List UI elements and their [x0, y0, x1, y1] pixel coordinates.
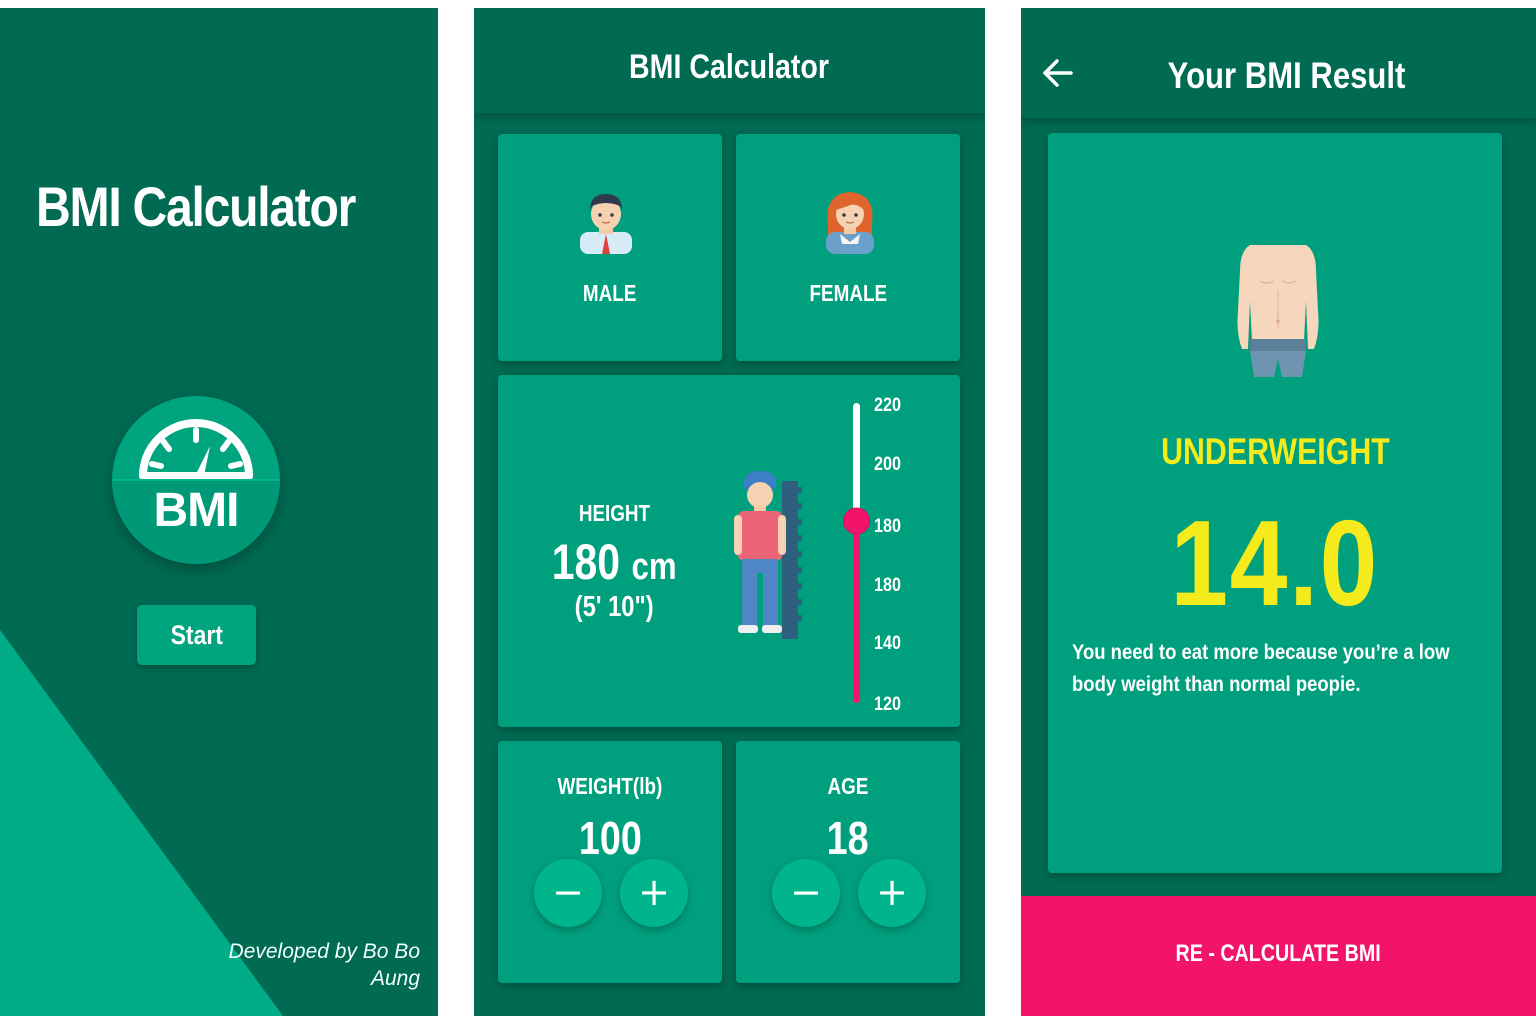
female-card[interactable]: FEMALE [736, 134, 960, 361]
weight-increment-button[interactable]: + [620, 859, 688, 927]
calculator-screen: BMI Calculator MALE FEMALE HEIGHT 180 cm… [474, 8, 985, 1016]
bmi-message: You need to eat more because you’re a lo… [1072, 641, 1450, 696]
scale-label: 180 [874, 516, 901, 537]
result-screen: Your BMI Result UNDERWEIGHT 14.0 You nee… [1021, 8, 1536, 1016]
weight-decrement-button[interactable]: − [534, 859, 602, 927]
splash-screen: BMI Calculator BMI Start Developed by Bo… [0, 8, 438, 1016]
speedometer-icon [112, 419, 280, 564]
app-bar: BMI Calculator [474, 8, 985, 113]
start-button-label: Start [170, 620, 223, 650]
plus-icon: + [638, 870, 670, 914]
logo-text: BMI [153, 484, 240, 537]
weight-card: WEIGHT(lb) 100 − + [498, 741, 722, 983]
weight-value: 100 [578, 812, 642, 864]
weight-label: WEIGHT(lb) [557, 773, 663, 799]
start-button[interactable]: Start [137, 605, 256, 665]
bmi-value: 14.0 [1170, 495, 1380, 631]
age-increment-button[interactable]: + [858, 859, 926, 927]
height-value: 180 cm [551, 534, 677, 590]
age-card: AGE 18 − + [736, 741, 960, 983]
scale-label: 200 [874, 454, 901, 475]
height-card: HEIGHT 180 cm (5' 10") 220 200 180 180 1… [498, 375, 960, 727]
app-bar: Your BMI Result [1021, 8, 1536, 118]
recalculate-label: RE - CALCULATE BMI [1175, 940, 1382, 967]
developer-line-1: Developed by Bo Bo [228, 940, 420, 963]
slider-thumb[interactable] [843, 507, 870, 535]
female-avatar-icon [826, 192, 874, 254]
plus-icon: + [876, 870, 908, 914]
scale-label: 120 [874, 694, 901, 715]
body-torso-icon [1237, 245, 1319, 377]
developer-line-2: Aung [370, 967, 420, 990]
male-card[interactable]: MALE [498, 134, 722, 361]
male-label: MALE [583, 280, 637, 306]
person-height-icon [734, 471, 802, 639]
female-label: FEMALE [809, 280, 887, 306]
age-label: AGE [827, 773, 869, 799]
male-avatar-icon [580, 194, 632, 254]
splash-title: BMI Calculator [36, 175, 356, 238]
scale-label: 180 [874, 575, 901, 596]
scale-label: 140 [874, 633, 901, 654]
height-label: HEIGHT [578, 500, 650, 526]
minus-icon: − [790, 870, 822, 914]
height-slider-track[interactable] [838, 397, 878, 715]
minus-icon: − [552, 870, 584, 914]
height-feet: (5' 10") [574, 591, 654, 623]
recalculate-button[interactable]: RE - CALCULATE BMI [1021, 896, 1536, 1016]
scale-label: 220 [874, 395, 901, 416]
result-card: UNDERWEIGHT 14.0 You need to eat more be… [1048, 133, 1502, 873]
page-title: BMI Calculator [629, 48, 830, 86]
bmi-status: UNDERWEIGHT [1160, 431, 1390, 472]
age-value: 18 [827, 812, 869, 864]
age-decrement-button[interactable]: − [772, 859, 840, 927]
developer-credit: Developed by Bo Bo Aung [220, 938, 420, 992]
page-title: Your BMI Result [1167, 55, 1405, 96]
bmi-logo: BMI [112, 396, 280, 564]
